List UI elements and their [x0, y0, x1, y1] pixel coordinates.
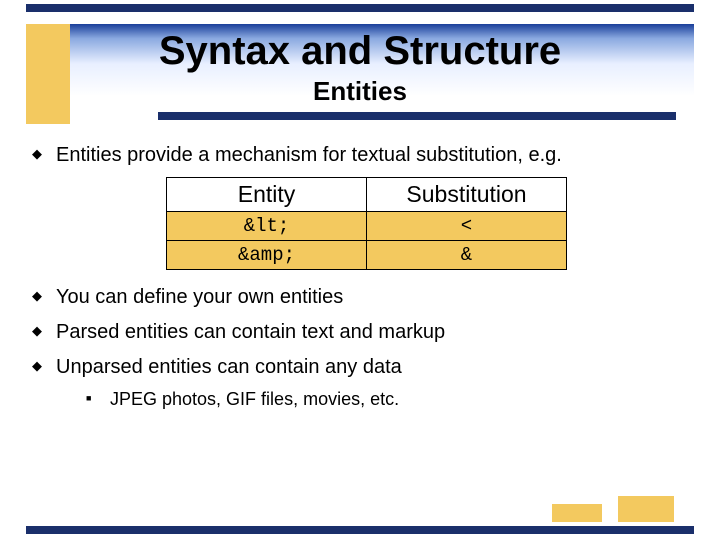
header-rule	[158, 112, 676, 120]
entity-table: Entity Substitution &lt; < &amp; &	[166, 177, 567, 270]
slide: Syntax and Structure Entities Entities p…	[0, 0, 720, 540]
header: Syntax and Structure Entities	[26, 24, 694, 124]
table-header: Entity	[167, 178, 367, 212]
table-row: &amp; &	[167, 241, 567, 270]
slide-subtitle: Entities	[26, 76, 694, 108]
sub-bullet-item: JPEG photos, GIF files, movies, etc.	[56, 387, 694, 411]
table-cell: &amp;	[167, 241, 367, 270]
footer-yellow-block	[618, 496, 674, 522]
slide-title: Syntax and Structure	[26, 24, 694, 80]
bullet-item: Parsed entities can contain text and mar…	[26, 319, 694, 346]
bullet-item: You can define your own entities	[26, 284, 694, 311]
table-row: &lt; <	[167, 212, 567, 241]
slide-body: Entities provide a mechanism for textual…	[26, 142, 694, 506]
bullet-text: Unparsed entities can contain any data	[56, 356, 402, 378]
sub-bullet-text: JPEG photos, GIF files, movies, etc.	[110, 389, 399, 409]
table-cell: &	[367, 241, 567, 270]
top-accent-bar	[26, 4, 694, 12]
bullet-item: Entities provide a mechanism for textual…	[26, 142, 694, 169]
table-header: Substitution	[367, 178, 567, 212]
bullet-text: Parsed entities can contain text and mar…	[56, 321, 445, 343]
table-cell: <	[367, 212, 567, 241]
footer-yellow-block	[552, 504, 602, 522]
bullet-item: Unparsed entities can contain any data J…	[26, 354, 694, 411]
table-row: Entity Substitution	[167, 178, 567, 212]
table-cell: &lt;	[167, 212, 367, 241]
bullet-text: You can define your own entities	[56, 286, 343, 308]
footer-rule	[26, 526, 694, 534]
bullet-text: Entities provide a mechanism for textual…	[56, 144, 562, 166]
